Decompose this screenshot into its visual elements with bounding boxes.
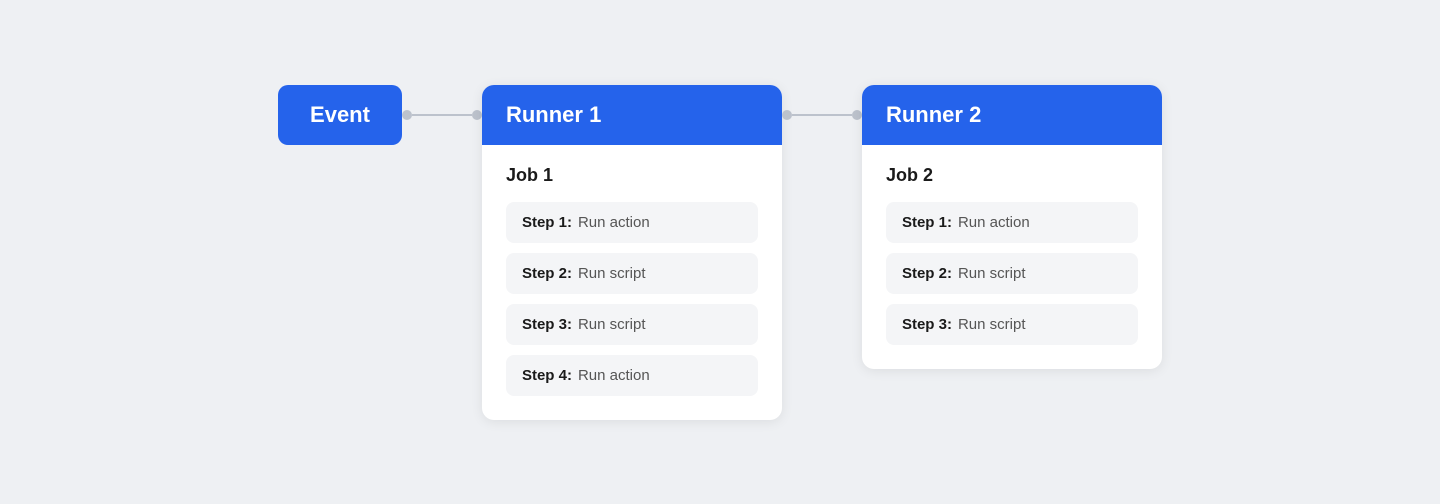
connector-line-2 [792, 114, 852, 116]
step-value: Run action [578, 367, 650, 384]
step-item: Step 1: Run action [506, 202, 758, 243]
step-value: Run script [958, 316, 1026, 333]
step-value: Run script [958, 265, 1026, 282]
step-label: Step 1: [902, 214, 952, 231]
step-item: Step 2: Run script [886, 253, 1138, 294]
step-value: Run action [958, 214, 1030, 231]
connector-dot-2 [472, 110, 482, 120]
runner-2-card: Runner 2 Job 2 Step 1: Run action Step 2… [862, 85, 1162, 369]
step-value: Run script [578, 265, 646, 282]
runner-2-body: Job 2 Step 1: Run action Step 2: Run scr… [862, 145, 1162, 369]
runner-1-card: Runner 1 Job 1 Step 1: Run action Step 2… [482, 85, 782, 420]
connector-dot-3 [782, 110, 792, 120]
event-node: Event [278, 85, 402, 145]
connector-dot-1 [402, 110, 412, 120]
job-2-step-list: Step 1: Run action Step 2: Run script St… [886, 202, 1138, 345]
job-1-step-list: Step 1: Run action Step 2: Run script St… [506, 202, 758, 396]
step-label: Step 1: [522, 214, 572, 231]
step-label: Step 2: [522, 265, 572, 282]
step-item: Step 3: Run script [886, 304, 1138, 345]
runner-1-body: Job 1 Step 1: Run action Step 2: Run scr… [482, 145, 782, 420]
runner-1-header: Runner 1 [482, 85, 782, 145]
job-1-title: Job 1 [506, 165, 758, 186]
runner-1-title: Runner 1 [506, 102, 601, 128]
event-connector-row: Event [278, 85, 482, 145]
step-value: Run script [578, 316, 646, 333]
step-item: Step 2: Run script [506, 253, 758, 294]
flow-diagram: Event Runner 1 Job 1 Step 1: Run action … [278, 85, 1162, 420]
step-label: Step 3: [522, 316, 572, 333]
step-label: Step 3: [902, 316, 952, 333]
runner-2-header: Runner 2 [862, 85, 1162, 145]
connector-dot-4 [852, 110, 862, 120]
event-label: Event [310, 102, 370, 128]
connector-line-1 [412, 114, 472, 116]
job-2-title: Job 2 [886, 165, 1138, 186]
step-item: Step 1: Run action [886, 202, 1138, 243]
step-label: Step 2: [902, 265, 952, 282]
step-item: Step 3: Run script [506, 304, 758, 345]
step-label: Step 4: [522, 367, 572, 384]
step-item: Step 4: Run action [506, 355, 758, 396]
middle-connector-row [782, 85, 862, 145]
step-value: Run action [578, 214, 650, 231]
runner-2-title: Runner 2 [886, 102, 981, 128]
